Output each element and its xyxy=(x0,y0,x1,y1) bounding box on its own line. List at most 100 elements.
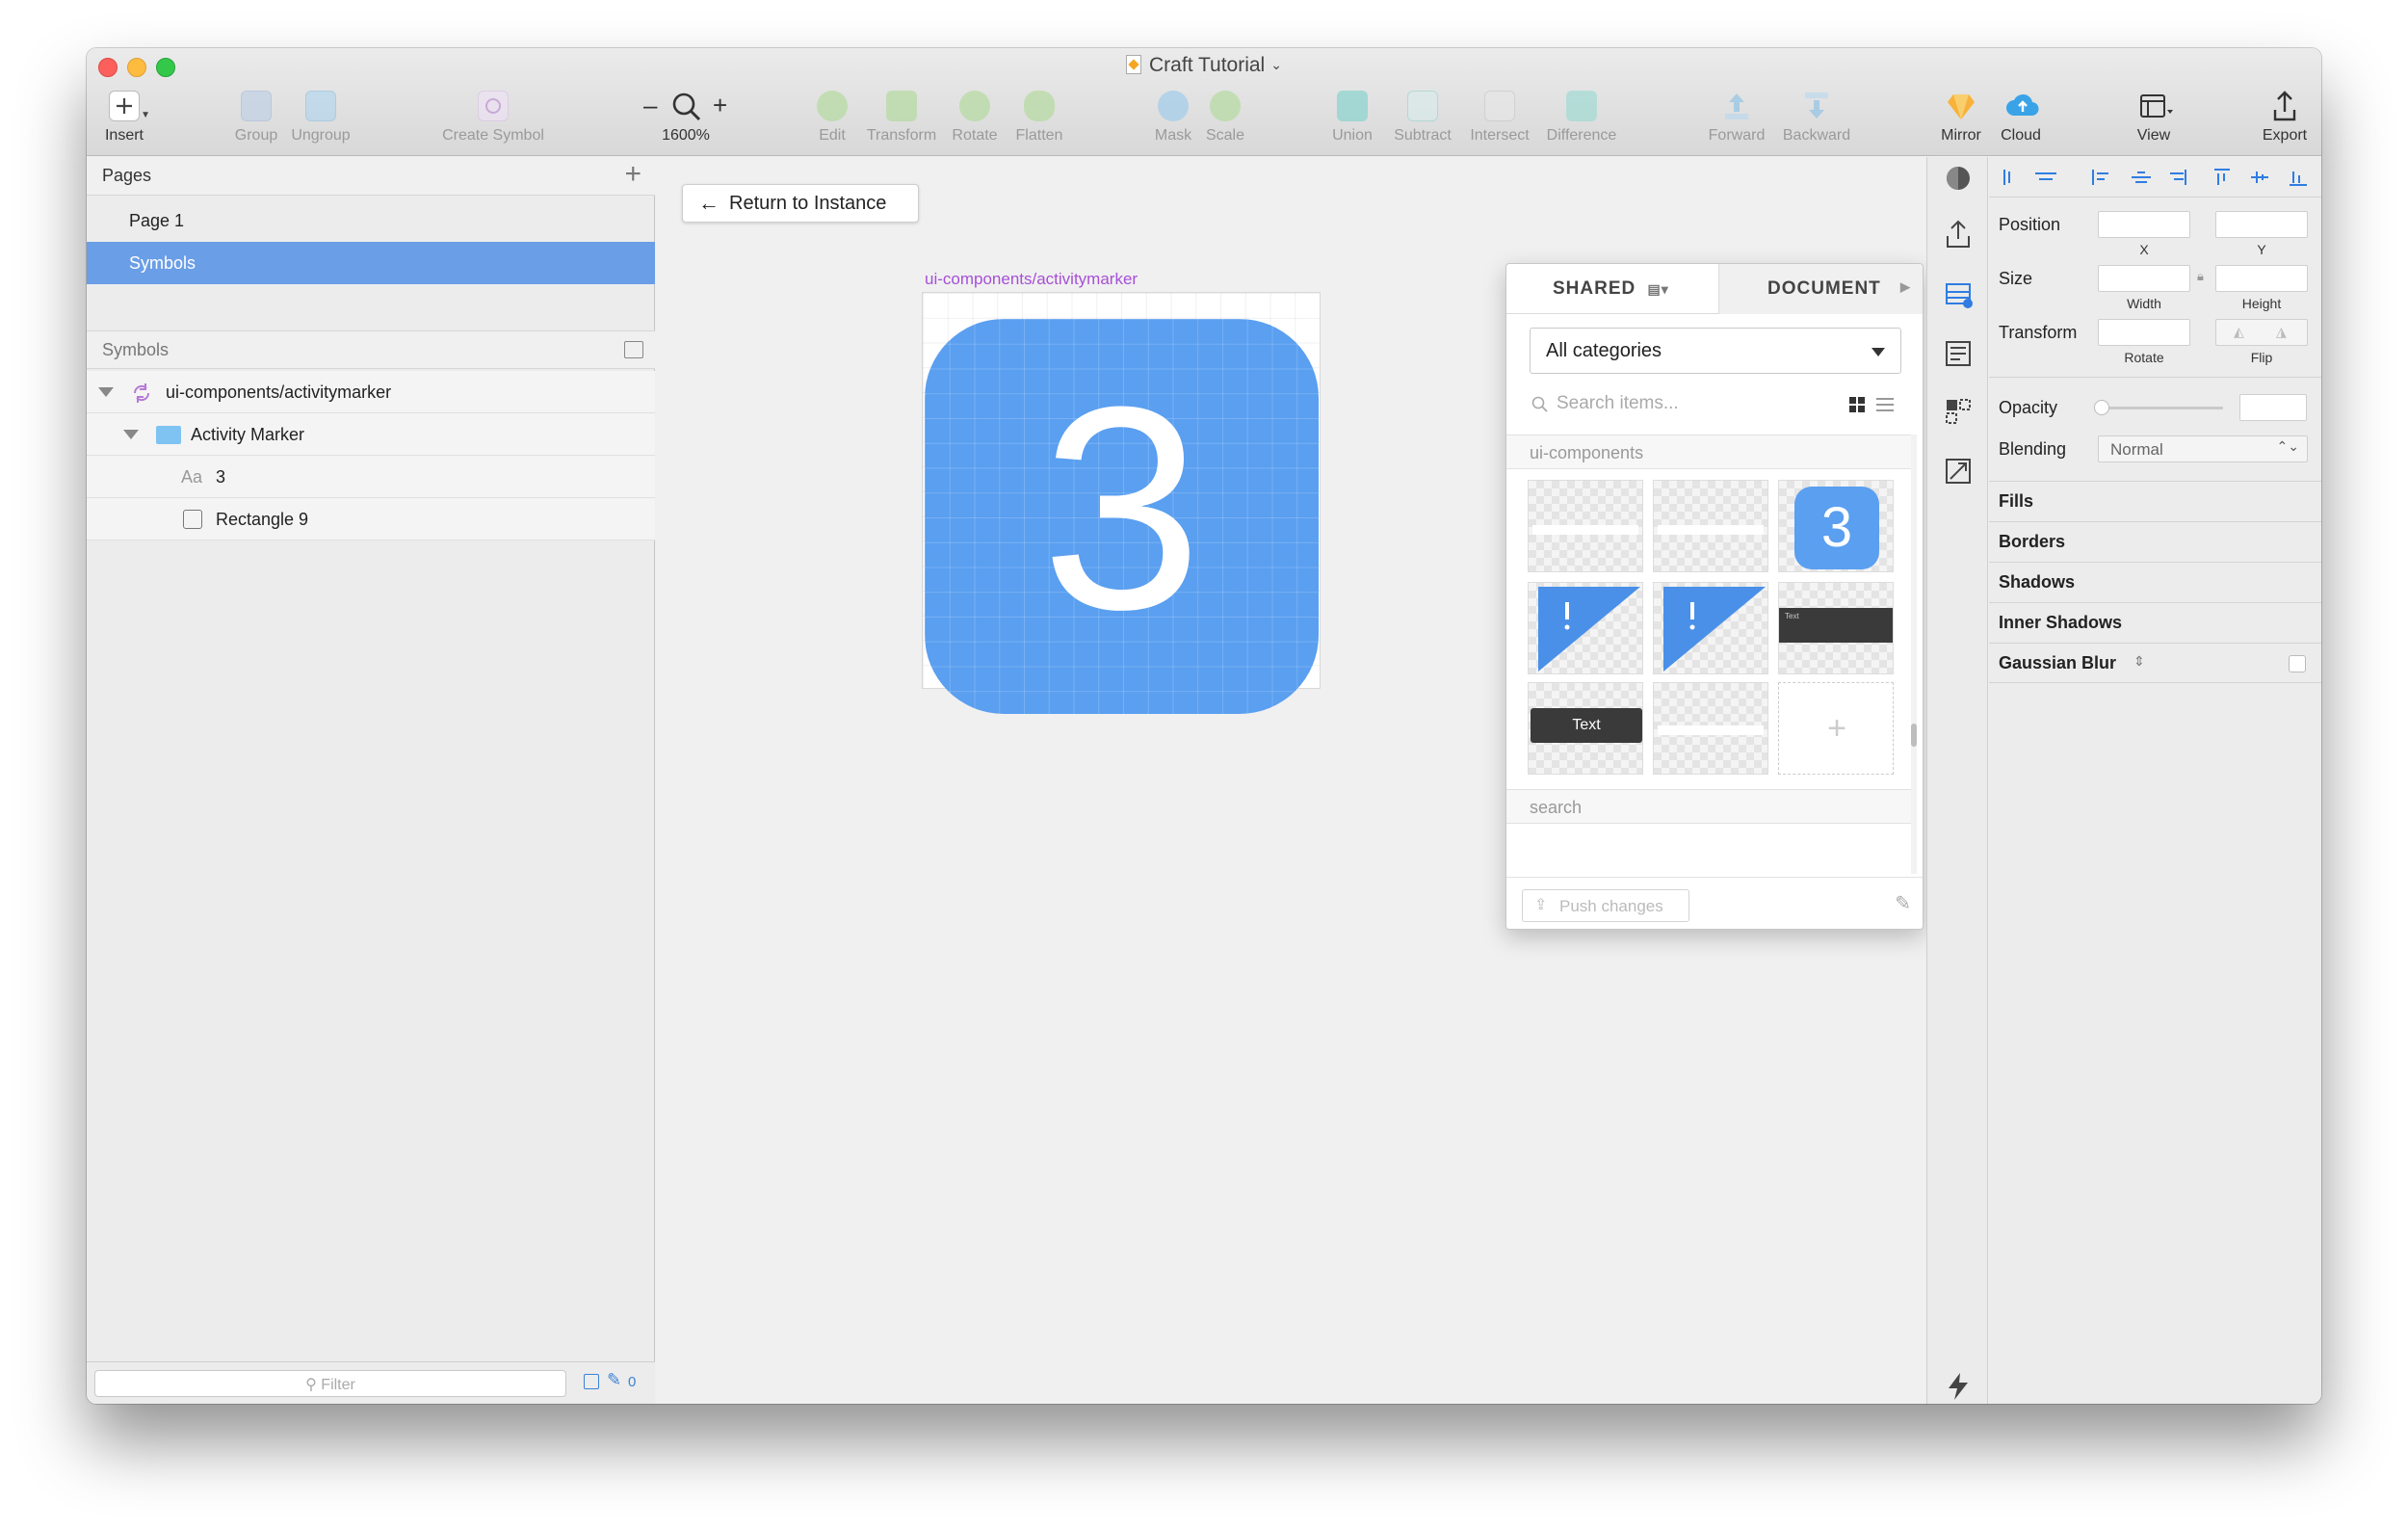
page-item-symbols[interactable]: Symbols xyxy=(87,242,655,284)
flip-vertical-icon[interactable]: ◮ xyxy=(2276,324,2287,340)
edit-icon xyxy=(817,91,848,121)
edit-icon[interactable]: ✎ xyxy=(1895,891,1911,915)
mask-button[interactable]: Mask xyxy=(1152,91,1194,150)
edited-filter-icon[interactable]: ✎ xyxy=(607,1370,621,1390)
position-x-input[interactable] xyxy=(2098,211,2190,238)
group-button[interactable]: Group xyxy=(229,91,283,150)
return-to-instance-button[interactable]: ← Return to Instance xyxy=(682,184,919,223)
gaussian-blur-checkbox[interactable] xyxy=(2289,655,2306,672)
window-title-text: Craft Tutorial xyxy=(1149,54,1266,76)
intersect-button[interactable]: Intersect xyxy=(1466,91,1533,150)
height-input[interactable] xyxy=(2215,265,2308,292)
layer-row-rectangle[interactable]: Rectangle 9 xyxy=(87,498,655,540)
add-component-button[interactable]: + xyxy=(1778,682,1894,775)
list-view-icon[interactable] xyxy=(1876,397,1894,412)
blending-select[interactable]: Normal ⌃⌄ xyxy=(2098,435,2308,462)
forward-button[interactable]: Forward xyxy=(1705,91,1768,150)
opacity-slider[interactable] xyxy=(2094,400,2223,415)
category-select[interactable]: All categories xyxy=(1530,328,1901,374)
mirror-button[interactable]: Mirror xyxy=(1936,91,1986,150)
tooltip-text: Text xyxy=(1531,708,1642,743)
position-y-input[interactable] xyxy=(2215,211,2308,238)
symbols-filter-icon[interactable] xyxy=(584,1374,599,1389)
library-icon[interactable] xyxy=(1943,278,1974,309)
mirror-icon xyxy=(1946,91,1976,121)
view-button[interactable]: View xyxy=(2129,91,2179,150)
zoom-control[interactable]: – + 1600% xyxy=(638,91,734,150)
opacity-input[interactable] xyxy=(2239,394,2307,421)
borders-section[interactable]: Borders xyxy=(1989,521,2321,562)
duplicate-icon[interactable] xyxy=(1943,396,1974,427)
rotate-button[interactable]: Rotate xyxy=(948,91,1002,150)
library-thumb-flag-2[interactable] xyxy=(1653,582,1768,674)
library-thumb-search-bar[interactable] xyxy=(1653,682,1768,775)
library-thumb-category-title-2[interactable] xyxy=(1653,480,1768,572)
library-menu-icon[interactable]: ▤▾ xyxy=(1648,281,1669,297)
library-thumb-tooltip-small[interactable]: Text xyxy=(1778,582,1894,674)
tab-shared[interactable]: SHARED ▤▾ xyxy=(1506,264,1718,314)
library-search-input[interactable]: Search items... xyxy=(1530,387,1828,420)
disclosure-triangle-icon[interactable] xyxy=(98,387,114,397)
position-y-label: Y xyxy=(2257,242,2266,257)
craft-logo-icon[interactable] xyxy=(1943,163,1974,194)
lightning-icon[interactable] xyxy=(1943,1371,1974,1402)
library-thumb-activity-marker[interactable]: 3 xyxy=(1778,480,1894,572)
layer-label: 3 xyxy=(216,467,226,487)
width-input[interactable] xyxy=(2098,265,2190,292)
flip-buttons[interactable]: ◭ ◮ xyxy=(2215,319,2308,346)
tab-shared-label: SHARED xyxy=(1553,278,1636,299)
stepper-icon[interactable]: ⇕ xyxy=(2133,653,2145,670)
symbol-artboard[interactable]: 3 xyxy=(922,292,1321,714)
thumb-preview xyxy=(1658,725,1764,735)
scrollbar-thumb[interactable] xyxy=(1911,724,1917,747)
shadows-section[interactable]: Shadows xyxy=(1989,562,2321,602)
collapse-panel-icon[interactable] xyxy=(624,341,643,358)
zoom-out-button[interactable]: – xyxy=(643,91,657,120)
union-button[interactable]: Union xyxy=(1329,91,1375,150)
library-thumb-tooltip[interactable]: Text xyxy=(1528,682,1643,775)
layer-row-text[interactable]: Aa 3 xyxy=(87,456,655,498)
lock-icon[interactable]: 🔒︎ xyxy=(2197,269,2204,284)
upload-icon[interactable] xyxy=(1943,219,1974,250)
subtract-button[interactable]: Subtract xyxy=(1389,91,1456,150)
library-scrollbar[interactable] xyxy=(1911,435,1917,874)
prototype-icon[interactable] xyxy=(1943,456,1974,487)
edit-button[interactable]: Edit xyxy=(813,91,851,150)
artboard-label[interactable]: ui-components/activitymarker xyxy=(925,270,1138,289)
backward-button[interactable]: Backward xyxy=(1778,91,1855,150)
insert-label: Insert xyxy=(104,127,144,144)
create-symbol-button[interactable]: Create Symbol xyxy=(437,91,549,150)
align-icons[interactable] xyxy=(1997,167,2315,188)
library-thumb-category-title-1[interactable] xyxy=(1528,480,1643,572)
export-button[interactable]: Export xyxy=(2258,91,2312,150)
tab-document[interactable]: DOCUMENT ▶ xyxy=(1718,264,1923,314)
push-changes-button[interactable]: ⇪ Push changes xyxy=(1522,889,1689,922)
transform-button[interactable]: Transform xyxy=(863,91,940,150)
page-item-page-1[interactable]: Page 1 xyxy=(87,199,655,242)
filter-input[interactable]: ⚲ Filter xyxy=(94,1370,566,1397)
window-title[interactable]: Craft Tutorial ⌄ xyxy=(87,54,2321,77)
add-page-icon[interactable]: + xyxy=(624,160,641,189)
opacity-slider-handle[interactable] xyxy=(2094,400,2109,415)
gaussian-blur-section[interactable]: Gaussian Blur ⇕ xyxy=(1989,643,2321,683)
ungroup-button[interactable]: Ungroup xyxy=(287,91,354,150)
app-window: Craft Tutorial ⌄ ▼ Insert Group Ungroup C… xyxy=(87,48,2321,1404)
backward-icon xyxy=(1801,91,1832,121)
cloud-button[interactable]: Cloud xyxy=(1996,91,2046,150)
disclosure-triangle-icon[interactable] xyxy=(123,430,139,439)
layer-row-symbol[interactable]: ui-components/activitymarker xyxy=(87,371,655,413)
activity-marker[interactable]: 3 xyxy=(925,319,1319,714)
difference-button[interactable]: Difference xyxy=(1541,91,1622,150)
layer-row-group[interactable]: Activity Marker xyxy=(87,413,655,456)
flatten-button[interactable]: Flatten xyxy=(1011,91,1067,150)
inner-shadows-section[interactable]: Inner Shadows xyxy=(1989,602,2321,643)
library-thumb-flag-1[interactable] xyxy=(1528,582,1643,674)
grid-view-icon[interactable] xyxy=(1849,397,1865,412)
zoom-in-button[interactable]: + xyxy=(713,91,727,120)
insert-button[interactable]: ▼ Insert xyxy=(94,91,154,150)
rotate-input[interactable] xyxy=(2098,319,2190,346)
flip-horizontal-icon[interactable]: ◭ xyxy=(2234,324,2244,340)
scale-button[interactable]: Scale xyxy=(1204,91,1246,150)
data-icon[interactable] xyxy=(1943,338,1974,369)
fills-section[interactable]: Fills xyxy=(1989,481,2321,521)
